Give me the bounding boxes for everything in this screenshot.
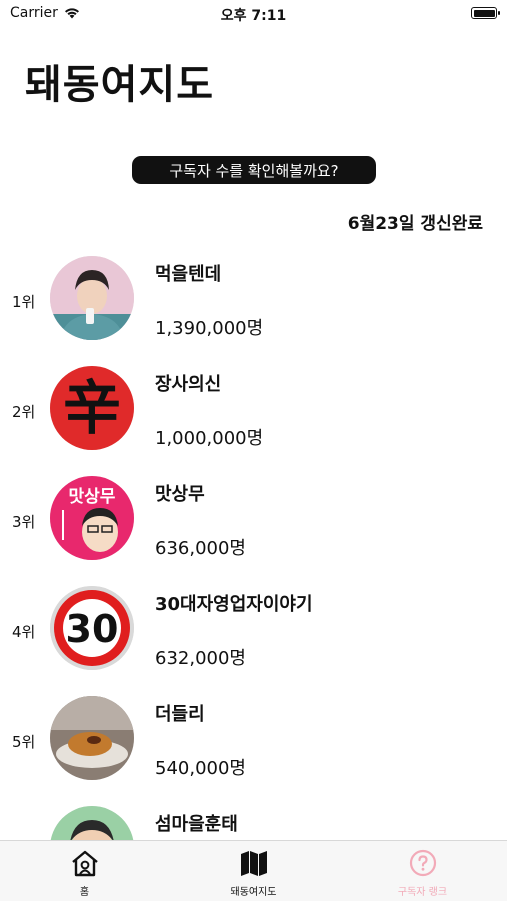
tab-subscriber-rank[interactable]: 구독자 랭크 <box>338 841 507 901</box>
subscriber-count: 1,000,000명 <box>155 428 264 449</box>
rank-label: 1위 <box>12 293 36 311</box>
rank-label: 2위 <box>12 403 36 421</box>
question-icon <box>409 849 436 877</box>
status-time: 오후 7:11 <box>220 8 287 24</box>
ranking-row-1[interactable]: 1위 먹을텐데 1,390,000명 <box>0 250 507 360</box>
ranking-row-2[interactable]: 2위 辛 장사의신 1,000,000명 <box>0 360 507 470</box>
subscriber-count: 540,000명 <box>155 758 246 779</box>
ranking-row-5[interactable]: 5위 더들리 540,000명 <box>0 690 507 800</box>
ranking-row-3[interactable]: 3위 맛상무 맛상무 636,000명 <box>0 470 507 580</box>
channel-avatar: 30 <box>50 586 134 670</box>
rank-label: 4위 <box>12 623 36 641</box>
home-icon <box>71 850 98 877</box>
check-subscribers-button[interactable]: 구독자 수를 확인해볼까요? <box>132 156 376 184</box>
avatar-logo-text: 30 <box>66 607 119 651</box>
channel-name: 맛상무 <box>155 484 205 505</box>
battery-icon <box>471 7 500 19</box>
map-icon <box>240 851 267 876</box>
channel-name: 먹을텐데 <box>155 264 222 285</box>
rank-label: 3위 <box>12 513 36 531</box>
ranking-list[interactable]: 1위 먹을텐데 1,390,000명 2위 辛 장사의신 1,000,000명 … <box>0 250 507 840</box>
tab-label: 홈 <box>79 887 90 898</box>
subscriber-count: 632,000명 <box>155 648 246 669</box>
tab-home[interactable]: 홈 <box>0 841 169 901</box>
channel-avatar <box>50 256 134 340</box>
channel-avatar: 辛 <box>50 366 134 450</box>
status-bar: Carrier 오후 7:11 <box>0 0 507 28</box>
ranking-row-4[interactable]: 4위 30 30대자영업자이야기 632,000명 <box>0 580 507 690</box>
channel-name: 더들리 <box>155 704 205 725</box>
tab-bar: 홈 돼동여지도 구독자 랭크 <box>0 840 507 901</box>
page-title: 돼동여지도 <box>25 62 214 108</box>
battery-level <box>473 9 495 17</box>
ranking-row-6[interactable]: 섬마을훈태 <box>0 800 507 840</box>
channel-name: 장사의신 <box>155 374 222 395</box>
tab-map[interactable]: 돼동여지도 <box>169 841 338 901</box>
tab-label: 돼동여지도 <box>230 887 277 898</box>
channel-avatar <box>50 806 134 840</box>
channel-avatar <box>50 696 134 780</box>
update-status: 6월23일 갱신완료 <box>347 214 483 234</box>
subscriber-count: 636,000명 <box>155 538 246 559</box>
channel-name: 섬마을훈태 <box>155 814 238 835</box>
avatar-logo-text: 맛상무 <box>69 487 116 507</box>
tab-label: 구독자 랭크 <box>397 887 448 898</box>
channel-avatar: 맛상무 <box>50 476 134 560</box>
subscriber-count: 1,390,000명 <box>155 318 264 339</box>
rank-label: 5위 <box>12 733 36 751</box>
channel-name: 30대자영업자이야기 <box>155 594 313 615</box>
avatar-logo-text: 辛 <box>63 374 121 442</box>
